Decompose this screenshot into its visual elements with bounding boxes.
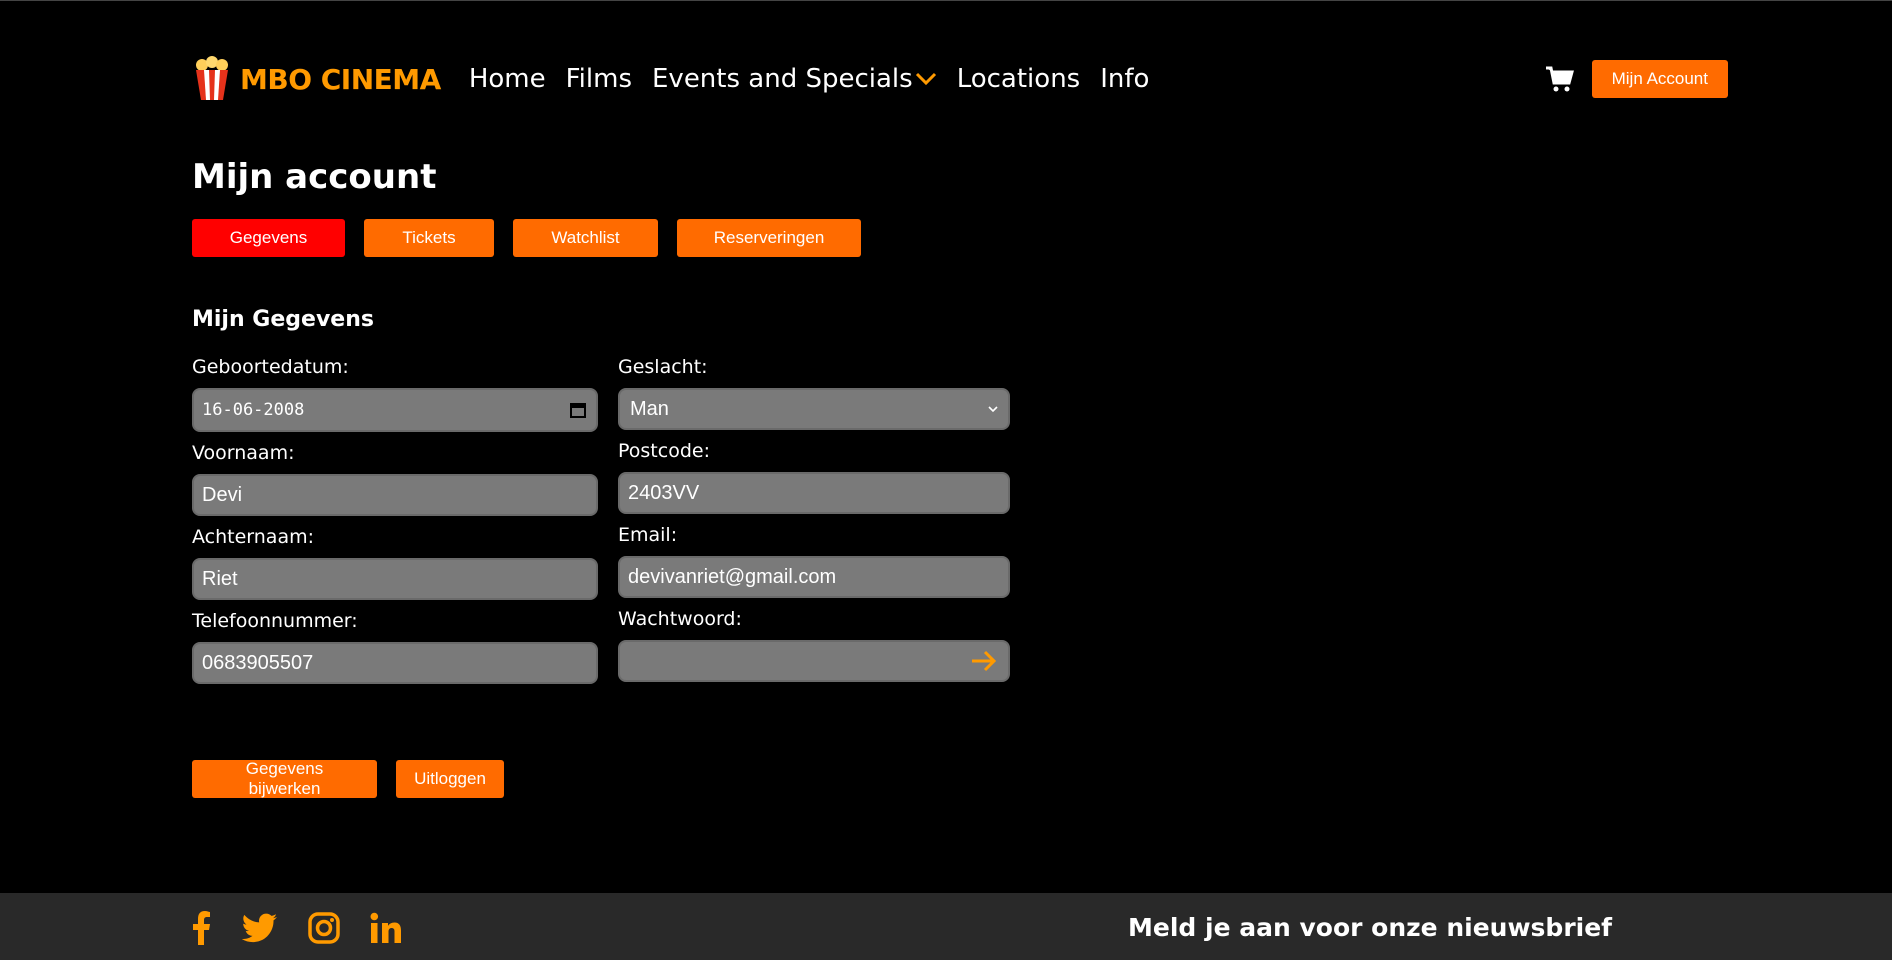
gender-label: Geslacht:: [618, 356, 708, 378]
phone-input[interactable]: 0683905507: [192, 642, 598, 684]
birthdate-field: Geboortedatum: 16-06-2008: [192, 356, 598, 432]
form-actions: Gegevens bijwerken Uitloggen: [192, 759, 504, 798]
tab-watchlist[interactable]: Watchlist: [513, 219, 658, 257]
email-label: Email:: [618, 524, 678, 546]
firstname-value: Devi: [202, 483, 243, 506]
instagram-icon[interactable]: [308, 912, 340, 944]
email-input[interactable]: devivanriet@gmail.com: [618, 556, 1010, 598]
lastname-label: Achternaam:: [192, 526, 315, 548]
arrow-right-icon[interactable]: [970, 649, 998, 673]
update-details-button[interactable]: Gegevens bijwerken: [192, 759, 377, 798]
account-tabs: Gegevens Tickets Watchlist Reserveringen: [192, 219, 861, 257]
chevron-down-icon: [915, 72, 936, 86]
social-links: [190, 911, 402, 945]
main-nav: Home Films Events and Specials Locations…: [469, 64, 1150, 94]
section-title: Mijn Gegevens: [192, 307, 374, 332]
cart-icon[interactable]: [1544, 64, 1574, 94]
nav-films[interactable]: Films: [566, 64, 632, 94]
phone-label: Telefoonnummer:: [192, 610, 358, 632]
form-column-left: Geboortedatum: 16-06-2008 Voornaam: Devi…: [192, 356, 598, 694]
page-title: Mijn account: [192, 157, 437, 197]
site-header: MBO CINEMA Home Films Events and Special…: [192, 51, 1728, 107]
form-column-right: Geslacht: Man Postcode: 2403VV Email: de…: [618, 356, 1010, 694]
nav-events-label: Events and Specials: [652, 64, 913, 94]
birthdate-value: 16-06-2008: [202, 400, 305, 420]
email-value: devivanriet@gmail.com: [628, 565, 837, 588]
postcode-label: Postcode:: [618, 440, 710, 462]
postcode-field: Postcode: 2403VV: [618, 440, 1010, 514]
phone-value: 0683905507: [202, 651, 314, 674]
linkedin-icon[interactable]: [370, 912, 402, 944]
newsletter-title: Meld je aan voor onze nieuwsbrief: [1128, 913, 1613, 942]
my-account-button[interactable]: Mijn Account: [1591, 60, 1728, 98]
chevron-down-icon: [988, 406, 998, 413]
postcode-value: 2403VV: [628, 481, 700, 504]
site-logo[interactable]: MBO CINEMA: [192, 56, 441, 102]
firstname-input[interactable]: Devi: [192, 474, 598, 516]
tab-reserveringen[interactable]: Reserveringen: [677, 219, 861, 257]
header-actions: Mijn Account: [1544, 60, 1728, 98]
lastname-input[interactable]: Riet: [192, 558, 598, 600]
password-input[interactable]: [618, 640, 1010, 682]
twitter-icon[interactable]: [242, 913, 278, 943]
postcode-input[interactable]: 2403VV: [618, 472, 1010, 514]
gender-field: Geslacht: Man: [618, 356, 1010, 430]
firstname-label: Voornaam:: [192, 442, 295, 464]
popcorn-icon: [196, 56, 228, 100]
calendar-icon[interactable]: [570, 402, 586, 418]
phone-field: Telefoonnummer: 0683905507: [192, 610, 598, 684]
nav-info[interactable]: Info: [1100, 64, 1149, 94]
logout-button[interactable]: Uitloggen: [396, 760, 504, 798]
gender-value: Man: [630, 397, 669, 420]
birthdate-input[interactable]: 16-06-2008: [192, 388, 598, 432]
birthdate-label: Geboortedatum:: [192, 356, 349, 378]
firstname-field: Voornaam: Devi: [192, 442, 598, 516]
nav-locations[interactable]: Locations: [957, 64, 1081, 94]
account-form: Geboortedatum: 16-06-2008 Voornaam: Devi…: [192, 356, 1010, 694]
email-field: Email: devivanriet@gmail.com: [618, 524, 1010, 598]
facebook-icon[interactable]: [190, 911, 212, 945]
password-field: Wachtwoord:: [618, 608, 1010, 682]
lastname-field: Achternaam: Riet: [192, 526, 598, 600]
brand-name: MBO CINEMA: [240, 62, 441, 96]
password-label: Wachtwoord:: [618, 608, 742, 630]
lastname-value: Riet: [202, 567, 238, 590]
site-footer: Meld je aan voor onze nieuwsbrief: [0, 893, 1892, 960]
tab-tickets[interactable]: Tickets: [364, 219, 494, 257]
nav-home[interactable]: Home: [469, 64, 546, 94]
tab-gegevens[interactable]: Gegevens: [192, 219, 345, 257]
gender-select[interactable]: Man: [618, 388, 1010, 430]
nav-events-dropdown[interactable]: Events and Specials: [652, 64, 937, 94]
